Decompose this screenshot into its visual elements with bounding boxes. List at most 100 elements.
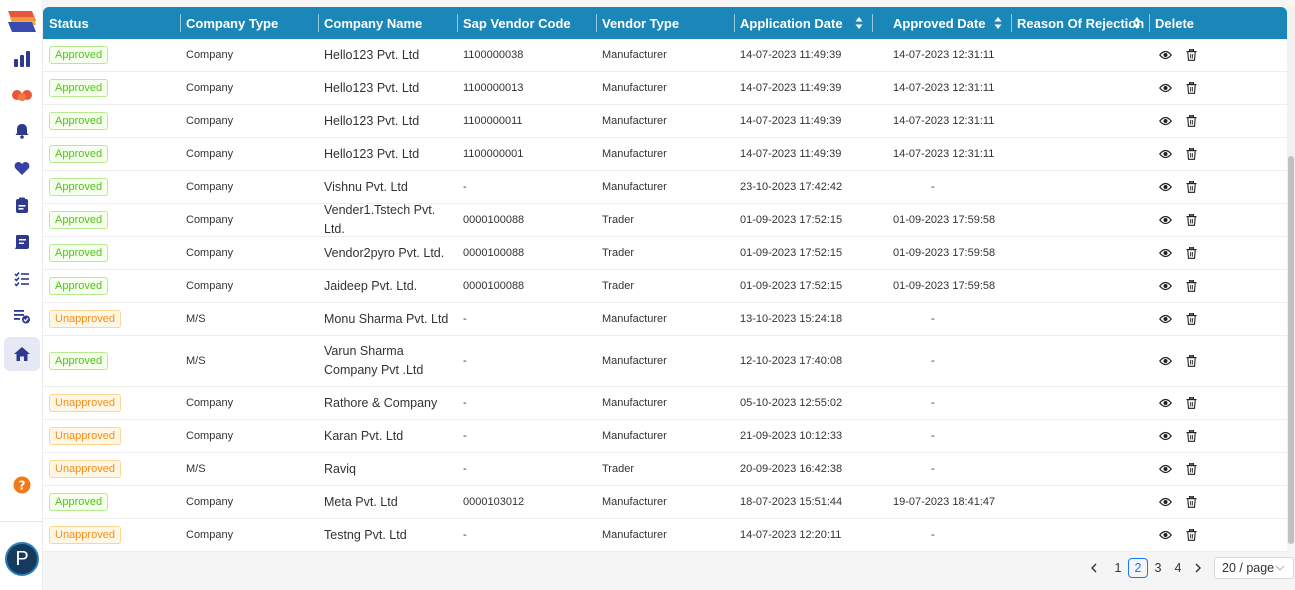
- status-cell: Unapproved: [43, 387, 180, 419]
- table-row[interactable]: Approved Company Vishnu Pvt. Ltd - Manufactu…: [43, 171, 1287, 204]
- sort-icon[interactable]: [855, 16, 863, 30]
- column-header-reason-of-rejection[interactable]: Reason Of Rejection: [1011, 7, 1149, 39]
- company-name-cell-text: Hello123 Pvt. Ltd: [324, 47, 420, 62]
- column-header-company-name[interactable]: Company Name: [318, 7, 457, 39]
- table-row[interactable]: Approved Company Vendor2pyro Pvt. Ltd. 0000…: [43, 237, 1287, 270]
- column-header-approved-date[interactable]: Approved Date: [887, 7, 1011, 39]
- company-type-cell: Company: [180, 105, 318, 137]
- company-type-cell-text: Company: [186, 181, 234, 193]
- table-row[interactable]: Approved Company Jaideep Pvt. Ltd. 00001000…: [43, 270, 1287, 303]
- avatar[interactable]: P: [5, 542, 39, 576]
- table-row[interactable]: Unapproved M/S Monu Sharma Pvt. Ltd - Manufa…: [43, 303, 1287, 336]
- delete-icon[interactable]: [1186, 247, 1197, 259]
- sort-icon[interactable]: [994, 16, 1002, 30]
- view-icon[interactable]: [1159, 83, 1172, 93]
- view-icon[interactable]: [1159, 50, 1172, 60]
- delete-icon[interactable]: [1186, 49, 1197, 61]
- view-icon[interactable]: [1159, 116, 1172, 126]
- view-icon[interactable]: [1159, 464, 1172, 474]
- status-badge: Approved: [49, 211, 109, 229]
- vendor-type-cell-text: Manufacturer: [602, 82, 667, 94]
- app-logo[interactable]: [6, 8, 38, 34]
- status-badge: Unapproved: [49, 310, 121, 328]
- vendor-type-cell: Manufacturer: [596, 336, 734, 386]
- view-icon[interactable]: [1159, 248, 1172, 258]
- page-size-select[interactable]: 20 / page: [1214, 557, 1294, 579]
- approved-date-cell-text: -: [931, 397, 935, 409]
- application-date-cell: 12-10-2023 17:40:08: [734, 336, 872, 386]
- delete-icon[interactable]: [1186, 148, 1197, 160]
- view-icon[interactable]: [1159, 530, 1172, 540]
- column-header-vendor-type[interactable]: Vendor Type: [596, 7, 734, 39]
- sort-icon[interactable]: [1133, 16, 1141, 30]
- sap-vendor-code-cell: 1100000011: [457, 105, 596, 137]
- table-row[interactable]: Approved Company Meta Pvt. Ltd 0000103012 Ma…: [43, 486, 1287, 519]
- view-icon[interactable]: [1159, 314, 1172, 324]
- approved-date-cell-text: 01-09-2023 17:59:58: [893, 280, 996, 292]
- delete-icon[interactable]: [1186, 115, 1197, 127]
- view-icon[interactable]: [1159, 215, 1172, 225]
- page-3-button[interactable]: 3: [1148, 558, 1168, 578]
- checklist-icon[interactable]: [8, 265, 36, 293]
- view-icon[interactable]: [1159, 149, 1172, 159]
- sap-vendor-code-cell: 0000100088: [457, 270, 596, 302]
- table-row[interactable]: Approved Company Hello123 Pvt. Ltd 11000000…: [43, 138, 1287, 171]
- table-row[interactable]: Approved Company Hello123 Pvt. Ltd 11000000…: [43, 72, 1287, 105]
- delete-icon[interactable]: [1186, 463, 1197, 475]
- page-4-button[interactable]: 4: [1168, 558, 1188, 578]
- view-icon[interactable]: [1159, 497, 1172, 507]
- dashboard-chart-icon[interactable]: [8, 45, 36, 73]
- chevron-down-icon: [1275, 565, 1285, 571]
- vendor-type-cell-text: Manufacturer: [602, 181, 667, 193]
- page-2-button[interactable]: 2: [1128, 558, 1148, 578]
- view-icon[interactable]: [1159, 431, 1172, 441]
- prev-page-button[interactable]: [1084, 558, 1104, 578]
- sap-vendor-code-cell-text: -: [463, 313, 467, 325]
- view-icon[interactable]: [1159, 182, 1172, 192]
- vendor-type-cell-text: Manufacturer: [602, 148, 667, 160]
- view-icon[interactable]: [1159, 356, 1172, 366]
- home-icon[interactable]: [4, 337, 40, 371]
- sap-vendor-code-cell: 1100000013: [457, 72, 596, 104]
- delete-icon[interactable]: [1186, 313, 1197, 325]
- vendor-type-cell: Manufacturer: [596, 72, 734, 104]
- view-icon[interactable]: [1159, 398, 1172, 408]
- page-1-button[interactable]: 1: [1108, 558, 1128, 578]
- bell-icon[interactable]: [8, 117, 36, 145]
- application-date-cell-text: 14-07-2023 11:49:39: [740, 49, 842, 61]
- column-header-application-date[interactable]: Application Date: [734, 7, 872, 39]
- delete-icon[interactable]: [1186, 397, 1197, 409]
- view-icon[interactable]: [1159, 281, 1172, 291]
- approved-list-icon[interactable]: [8, 302, 36, 330]
- next-page-button[interactable]: [1188, 558, 1208, 578]
- delete-icon[interactable]: [1186, 280, 1197, 292]
- delete-icon[interactable]: [1186, 214, 1197, 226]
- table-row[interactable]: Approved Company Hello123 Pvt. Ltd 11000000…: [43, 39, 1287, 72]
- column-header-sap-vendor-code[interactable]: Sap Vendor Code: [457, 7, 596, 39]
- delete-icon[interactable]: [1186, 181, 1197, 193]
- scrollbar-thumb[interactable]: [1288, 156, 1294, 544]
- table-row[interactable]: Approved Company Vender1.Tstech Pvt. Ltd. 0…: [43, 203, 1287, 237]
- handshake-icon[interactable]: [8, 81, 36, 109]
- delete-icon[interactable]: [1186, 529, 1197, 541]
- vendor-type-cell-text: Manufacturer: [602, 430, 667, 442]
- company-type-cell: M/S: [180, 336, 318, 386]
- document-icon[interactable]: [8, 228, 36, 256]
- table-row[interactable]: Unapproved Company Karan Pvt. Ltd - Manufact…: [43, 420, 1287, 453]
- table-row[interactable]: Unapproved Company Rathore & Company - Manuf…: [43, 387, 1287, 420]
- delete-icon[interactable]: [1186, 82, 1197, 94]
- clipboard-icon[interactable]: [8, 191, 36, 219]
- column-header-status[interactable]: Status: [43, 7, 180, 39]
- table-row[interactable]: Approved Company Hello123 Pvt. Ltd 11000000…: [43, 105, 1287, 138]
- sap-vendor-code-cell: 0000100088: [457, 237, 596, 269]
- table-row[interactable]: Unapproved Company Testng Pvt. Ltd - Manufac…: [43, 519, 1287, 552]
- delete-icon[interactable]: [1186, 430, 1197, 442]
- table-row[interactable]: Approved M/S Varun Sharma Company Pvt .Ltd…: [43, 336, 1287, 387]
- delete-icon[interactable]: [1186, 355, 1197, 367]
- column-header-company-type[interactable]: Company Type: [180, 7, 318, 39]
- approved-date-cell: 01-09-2023 17:59:58: [887, 270, 1011, 302]
- heart-icon[interactable]: [8, 154, 36, 182]
- delete-icon[interactable]: [1186, 496, 1197, 508]
- table-row[interactable]: Unapproved M/S Raviq - Trader 20-09-2023 16:4…: [43, 453, 1287, 486]
- question-circle-icon[interactable]: ?: [8, 471, 36, 499]
